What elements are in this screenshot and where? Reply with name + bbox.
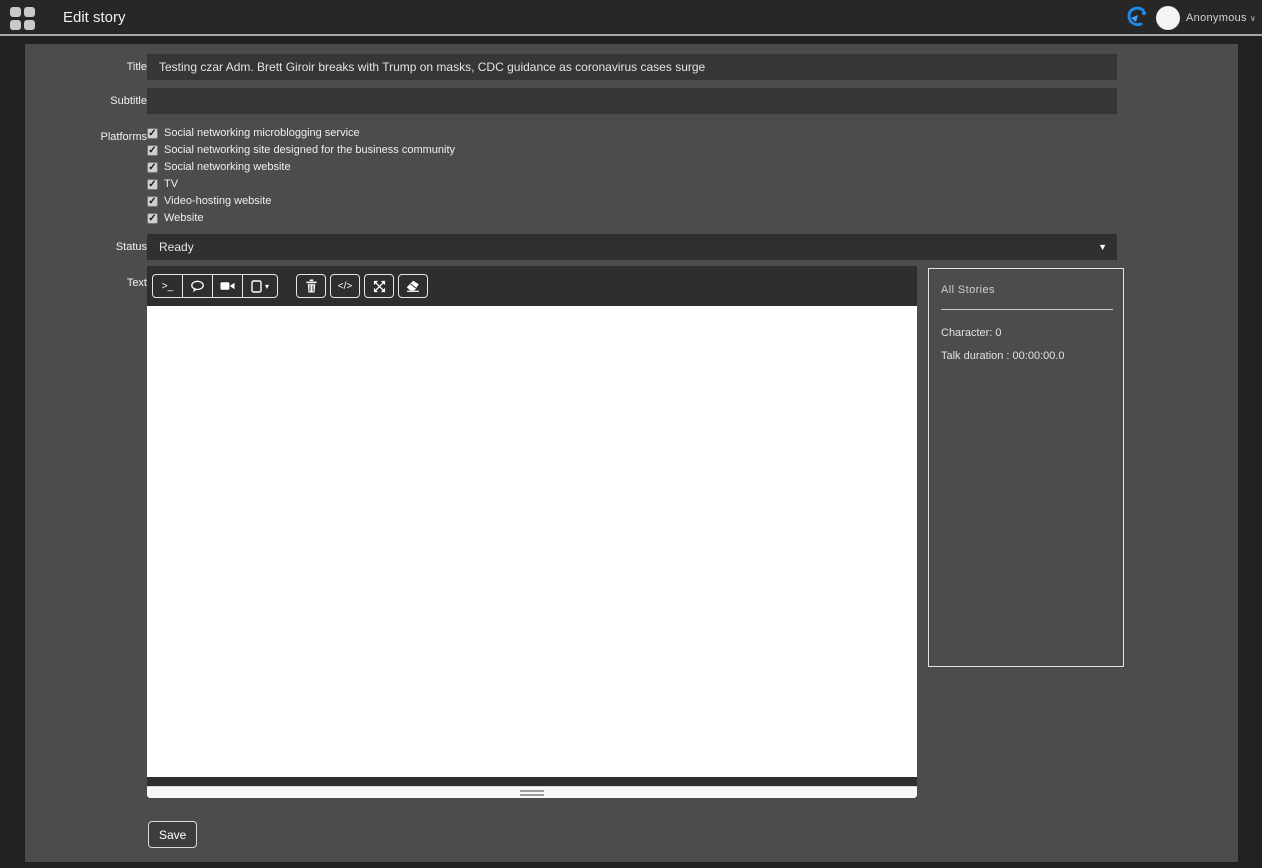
status-label: Status xyxy=(40,241,147,253)
all-stories-title: All Stories xyxy=(941,284,995,296)
status-select[interactable]: Ready ▼ xyxy=(147,234,1117,260)
text-label: Text xyxy=(40,277,147,289)
platform-label: Social networking site designed for the … xyxy=(164,144,455,156)
topbar-right-cluster: Anonymous ∨ xyxy=(1124,0,1256,36)
page-icon xyxy=(251,280,262,293)
platform-label: Video-hosting website xyxy=(164,195,271,207)
caret-down-icon: ▾ xyxy=(265,282,269,291)
checkbox-checked-icon[interactable]: ✓ xyxy=(147,196,158,207)
user-name: Anonymous xyxy=(1186,12,1247,24)
platform-checkbox-row[interactable]: ✓ Social networking site designed for th… xyxy=(147,142,455,158)
template-dropdown-button[interactable]: ▾ xyxy=(242,274,278,298)
platform-checkbox-row[interactable]: ✓ Social networking website xyxy=(147,159,291,175)
editor-toolbar: >_ ▾ xyxy=(147,266,917,306)
checkbox-checked-icon[interactable]: ✓ xyxy=(147,128,158,139)
user-avatar[interactable] xyxy=(1156,6,1180,30)
platforms-label: Platforms xyxy=(40,131,147,143)
trash-icon xyxy=(305,279,318,293)
clear-format-button[interactable] xyxy=(398,274,428,298)
insert-button-group: >_ ▾ xyxy=(152,274,278,298)
platform-label: Social networking website xyxy=(164,161,291,173)
save-button[interactable]: Save xyxy=(148,821,197,848)
action-button-group: </> xyxy=(296,274,428,298)
title-input[interactable] xyxy=(147,54,1117,80)
all-stories-panel: All Stories Character: 0 Talk duration :… xyxy=(928,268,1124,667)
chevron-down-icon: ∨ xyxy=(1250,14,1256,23)
status-selected-value: Ready xyxy=(159,240,194,254)
checkbox-checked-icon[interactable]: ✓ xyxy=(147,145,158,156)
fullscreen-button[interactable] xyxy=(364,274,394,298)
subtitle-label: Subtitle xyxy=(40,95,147,107)
subtitle-input[interactable] xyxy=(147,88,1117,114)
platform-label: TV xyxy=(164,178,178,190)
video-camera-icon xyxy=(220,280,235,292)
divider xyxy=(941,309,1113,310)
editor-content-area[interactable] xyxy=(147,306,917,777)
fullscreen-expand-icon xyxy=(373,280,386,293)
checkbox-checked-icon[interactable]: ✓ xyxy=(147,213,158,224)
terminal-button[interactable]: >_ xyxy=(152,274,182,298)
editor-resize-bar[interactable] xyxy=(147,786,917,798)
view-code-button[interactable]: </> xyxy=(330,274,360,298)
platform-checkbox-row[interactable]: ✓ Social networking microblogging servic… xyxy=(147,125,360,141)
checkbox-checked-icon[interactable]: ✓ xyxy=(147,162,158,173)
talk-duration: Talk duration : 00:00:00.0 xyxy=(941,350,1065,362)
platform-checkbox-row[interactable]: ✓ TV xyxy=(147,176,178,192)
edit-story-form: Title Subtitle Platforms Status Text ✓ S… xyxy=(25,44,1238,862)
user-menu[interactable]: Anonymous ∨ xyxy=(1186,12,1256,24)
eraser-icon xyxy=(406,280,420,292)
speech-bubble-icon xyxy=(190,280,205,293)
select-dropdown-icon: ▼ xyxy=(1098,242,1107,252)
comment-button[interactable] xyxy=(182,274,212,298)
platform-checkbox-row[interactable]: ✓ Website xyxy=(147,210,204,226)
app-logo-icon xyxy=(1124,4,1150,32)
title-label: Title xyxy=(40,61,147,73)
top-bar: Edit story Anonymous ∨ xyxy=(0,0,1262,36)
delete-button[interactable] xyxy=(296,274,326,298)
page-title: Edit story xyxy=(63,9,126,26)
platform-label: Website xyxy=(164,212,204,224)
resize-grip-icon xyxy=(520,790,544,798)
platform-checkbox-row[interactable]: ✓ Video-hosting website xyxy=(147,193,271,209)
platform-label: Social networking microblogging service xyxy=(164,127,360,139)
character-count: Character: 0 xyxy=(941,327,1002,339)
apps-grid-icon[interactable] xyxy=(10,7,36,31)
checkbox-checked-icon[interactable]: ✓ xyxy=(147,179,158,190)
video-button[interactable] xyxy=(212,274,242,298)
text-editor: >_ ▾ xyxy=(147,266,917,798)
